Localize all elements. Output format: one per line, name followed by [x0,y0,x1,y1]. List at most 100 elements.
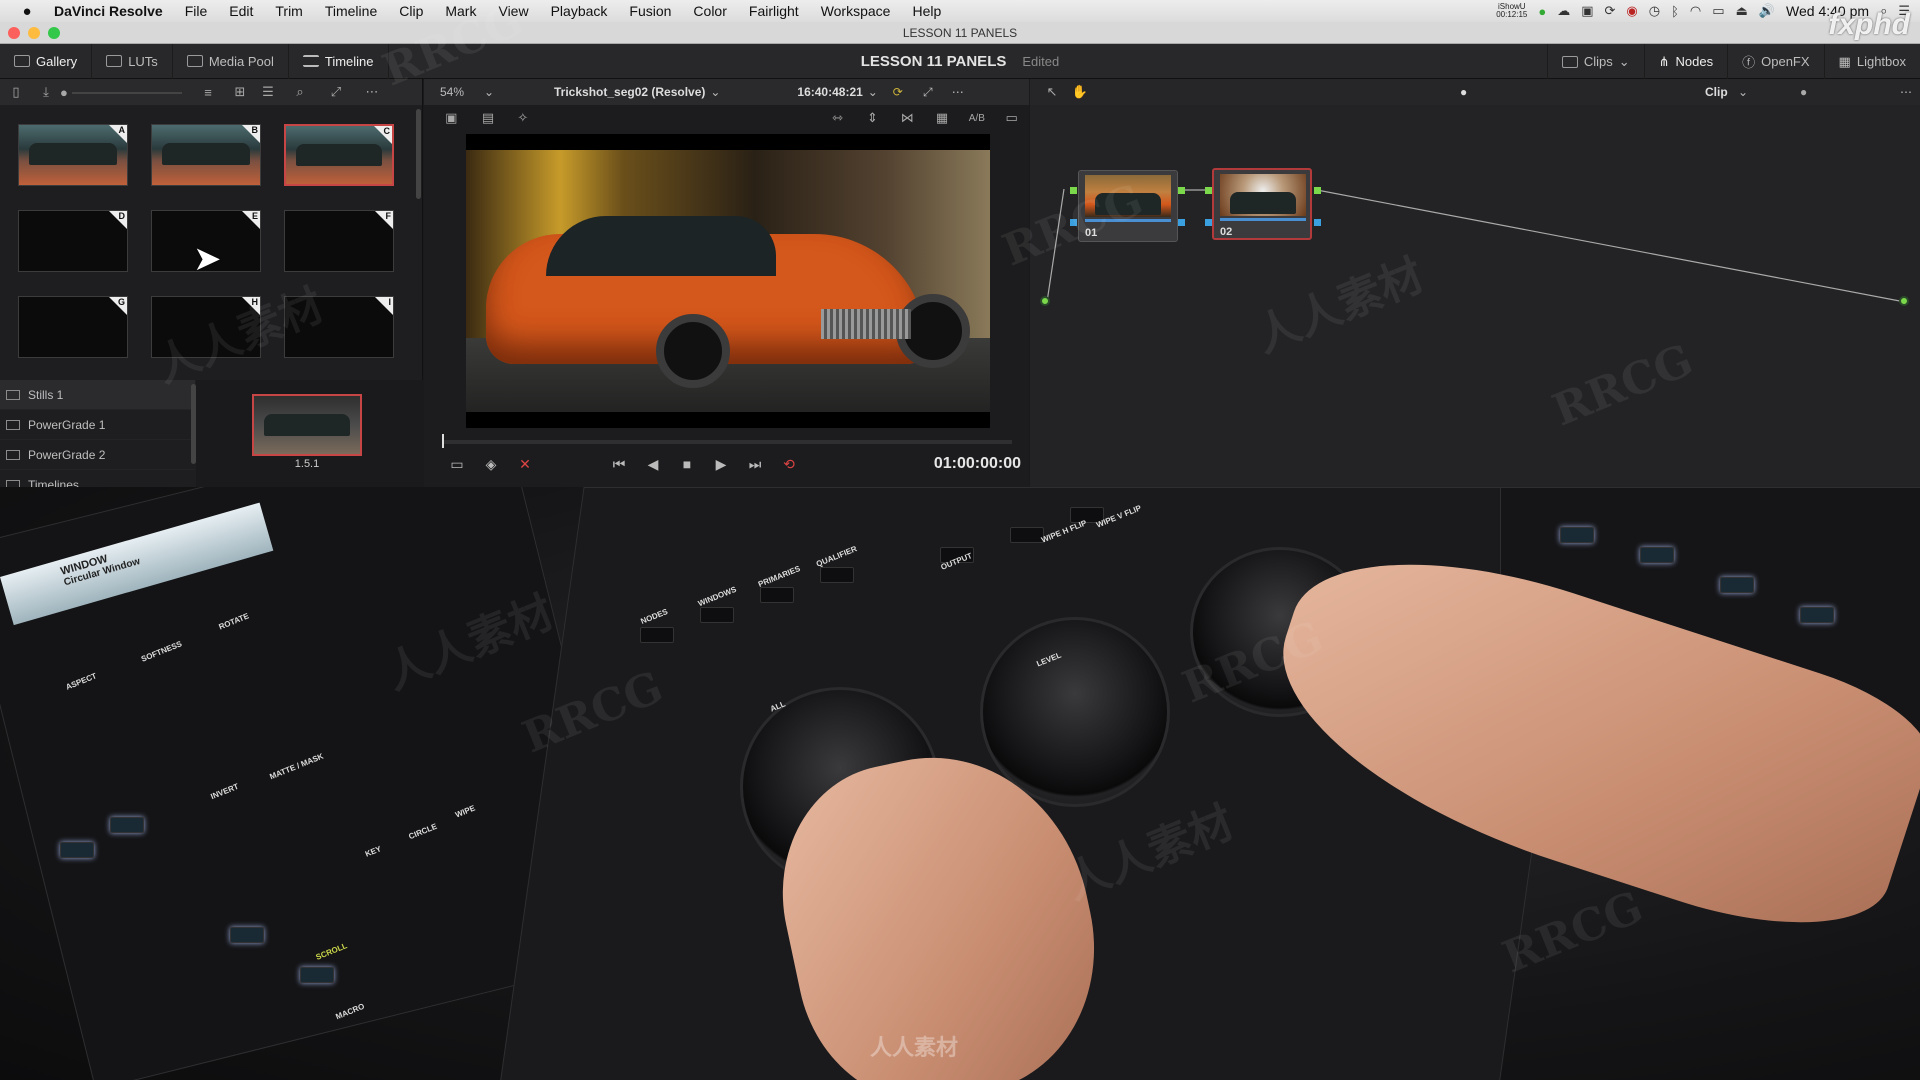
menu-color[interactable]: Color [682,3,737,19]
minimize-window-button[interactable] [28,27,40,39]
viewer-layout-icon[interactable]: ▭ [440,456,474,473]
album-powergrade-2[interactable]: PowerGrade 2 [0,440,195,470]
screen-icon[interactable]: ▣ [1581,3,1593,19]
menu-app-name[interactable]: DaVinci Resolve [42,3,174,19]
airplay-icon[interactable]: ▭ [1712,3,1724,19]
sort-icon[interactable]: ≡ [190,85,226,100]
viewer-more-icon[interactable]: ⋯ [943,85,973,99]
checkerboard-icon[interactable]: ▦ [925,110,960,126]
node-02-rgb-input[interactable] [1205,187,1212,194]
still-b[interactable]: B [151,124,261,186]
nodes-button[interactable]: ⋔ Nodes [1645,44,1729,79]
menu-mark[interactable]: Mark [434,3,487,19]
play-reverse-button[interactable]: ◀ [636,456,670,473]
menu-fusion[interactable]: Fusion [618,3,682,19]
menu-playback[interactable]: Playback [540,3,619,19]
album-stills-1[interactable]: Stills 1 [0,380,195,410]
bluetooth-icon[interactable]: ᛒ [1671,4,1679,19]
still-d[interactable]: D [18,210,128,272]
node-02-key-output[interactable] [1314,219,1321,226]
loop-button[interactable]: ⟲ [772,456,806,473]
play-button[interactable]: ▶ [704,456,738,473]
wipe-horizontal-icon[interactable]: ⇿ [820,110,855,126]
menu-help[interactable]: Help [901,3,952,19]
gallery-scrollbar[interactable] [416,109,421,199]
zoom-window-button[interactable] [48,27,60,39]
go-to-start-button[interactable]: ⏮ [602,456,636,473]
luts-button[interactable]: LUTs [92,43,173,79]
gallery-button[interactable]: Gallery [0,43,93,79]
node-02[interactable]: 02 [1212,168,1312,240]
still-c[interactable]: C [284,124,394,186]
time-machine-icon[interactable]: ◷ [1649,3,1660,19]
menu-trim[interactable]: Trim [264,3,313,19]
menu-edit[interactable]: Edit [218,3,264,19]
viewer-image[interactable] [466,134,990,428]
timeline-scrubber[interactable] [442,434,1012,448]
clips-button[interactable]: Clips ⌄ [1546,44,1645,79]
powergrade-still[interactable] [252,394,362,456]
enhanced-viewer-icon[interactable]: ⤢ [913,85,943,100]
playhead-sync-icon[interactable]: ⟳ [883,85,913,99]
timeline-button[interactable]: Timeline [289,43,389,79]
media-pool-button[interactable]: Media Pool [173,43,289,79]
still-a[interactable]: A [18,124,128,186]
node-01-key-output[interactable] [1178,219,1185,226]
wipe-vertical-icon[interactable]: ⇕ [855,110,890,126]
fullscreen-icon[interactable]: ⤢ [318,84,354,100]
openfx-button[interactable]: ⓕ OpenFX [1728,44,1825,79]
source-input-node[interactable] [1040,296,1050,306]
menu-file[interactable]: File [174,3,219,19]
clip-name[interactable]: Trickshot_seg02 (Resolve) [554,85,705,99]
node-02-key-input[interactable] [1205,219,1212,226]
node-01-rgb-output[interactable] [1178,187,1185,194]
go-to-end-button[interactable]: ⏭ [738,456,772,473]
still-f[interactable]: F [284,210,394,272]
source-timecode[interactable]: 16:40:48:21 [797,85,862,99]
close-window-button[interactable] [8,27,20,39]
sync-icon[interactable]: ⟳ [1605,3,1616,19]
wipe-mix-icon[interactable]: ⋈ [890,110,925,126]
more-options-icon[interactable]: ⋯ [354,84,390,100]
node-01[interactable]: 01 [1078,170,1178,242]
overlay-icon[interactable]: ▭ [994,110,1029,126]
highlight-icon[interactable]: ✧ [505,110,540,126]
volume-icon[interactable]: 🔊 [1759,3,1775,19]
menu-view[interactable]: View [487,3,539,19]
list-view-icon[interactable]: ☰ [254,84,282,100]
album-powergrade-1[interactable]: PowerGrade 1 [0,410,195,440]
search-icon[interactable]: ⌕ [282,84,318,100]
node-02-rgb-output[interactable] [1314,187,1321,194]
ab-compare-button[interactable]: A/B [959,113,994,124]
still-g[interactable]: G [18,296,128,358]
menu-clip[interactable]: Clip [388,3,434,19]
node-01-rgb-input[interactable] [1070,187,1077,194]
stop-button[interactable]: ■ [670,456,704,472]
apple-menu-icon[interactable]: ● [12,3,42,20]
layers-icon[interactable]: ◈ [474,456,508,473]
playhead[interactable] [442,434,444,448]
import-still-icon[interactable]: ⤓ [32,84,60,100]
node-01-key-input[interactable] [1070,219,1077,226]
thumbnail-view-icon[interactable]: ⊞ [226,84,254,100]
menu-timeline[interactable]: Timeline [314,3,388,19]
output-node[interactable] [1899,296,1909,306]
mute-icon[interactable]: ✕ [508,456,542,473]
size-slider[interactable]: ● [60,85,190,100]
still-i[interactable]: I [284,296,394,358]
eject-icon[interactable]: ⏏ [1736,3,1748,19]
menu-workspace[interactable]: Workspace [810,3,902,19]
chevron-down-icon[interactable]: ⌄ [863,85,883,99]
recorder-status[interactable]: iShowU 00:12:15 [1496,3,1527,19]
wifi-icon[interactable]: ◠ [1690,3,1701,19]
chevron-down-icon[interactable]: ⌄ [484,85,514,99]
lightbox-button[interactable]: ▦ Lightbox [1825,44,1920,79]
still-h[interactable]: H [151,296,261,358]
cloud-icon[interactable]: ☁ [1557,3,1570,19]
zoom-level[interactable]: 54% [424,85,484,99]
image-wipe-icon[interactable]: ▣ [432,110,471,126]
split-screen-icon[interactable]: ▤ [471,110,506,126]
chevron-down-icon[interactable]: ⌄ [705,85,725,99]
record-indicator-icon[interactable]: ● [1538,4,1546,19]
sidebar-toggle-icon[interactable]: ▯ [0,84,32,100]
